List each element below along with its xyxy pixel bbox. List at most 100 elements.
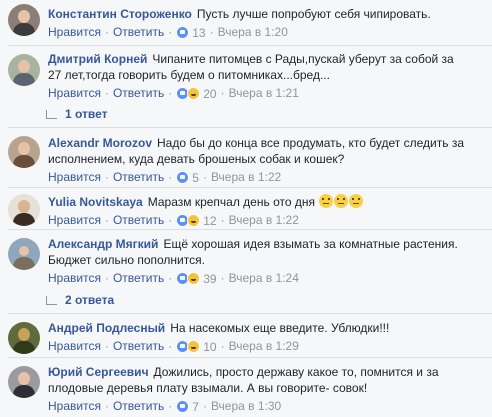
reaction-count: 13 [192,25,206,40]
like-button[interactable]: Нравится [48,213,101,227]
comment-text-block: Дмитрий Корней Чипаните питомцев с Рады,п… [48,51,482,83]
sad-reaction-icon [187,340,201,354]
reactions-summary[interactable]: 7 [176,399,199,415]
reactions-summary[interactable]: 13 [176,25,206,41]
like-button[interactable]: Нравится [48,271,101,285]
replies-count-label: 1 ответ [65,107,108,121]
reaction-count: 7 [192,399,199,414]
comment-text: Дожились, просто державу какое то, помни… [153,365,439,379]
reply-button[interactable]: Ответить [113,213,164,227]
photo-avatar-icon [18,328,30,341]
comment-author[interactable]: Alexandr Morozov [48,136,152,150]
like-reaction-icon [176,400,190,414]
comment-timestamp[interactable]: Вчера в 1:24 [229,271,299,285]
comment-text-block: Константин Стороженко Пусть лучше попробу… [48,6,482,22]
reply-button[interactable]: Ответить [113,271,164,285]
replies-count-label: 2 ответа [65,293,115,307]
photo-avatar-icon [18,142,30,155]
comment-text: Маразм крепчал день ото дня [147,195,315,209]
like-button[interactable]: Нравится [48,25,101,39]
comment-actions: Нравится · Ответить · 5 · Вчера в 1:22 [48,170,282,186]
reply-arrow-icon [46,109,57,119]
avatar-body-shape [13,23,35,36]
comment-actions: Нравится · Ответить · 12 · Вчера в 1:22 [48,213,299,229]
comment-author[interactable]: Юрий Сергеевич [48,365,149,379]
comment-author[interactable]: Александр Мягкий [48,237,158,251]
reactions-summary[interactable]: 20 [176,86,217,102]
photo-avatar-icon [18,200,30,213]
reaction-count: 12 [203,213,217,228]
comment-actions: Нравится · Ответить · 20 · Вчера в 1:21 [48,86,299,102]
like-reaction-icon [176,26,190,40]
avatar[interactable] [8,194,40,226]
comment-text: Надо бы до конца все продумать, кто буде… [157,136,464,150]
reply-button[interactable]: Ответить [113,25,164,39]
comment-author[interactable]: Андрей Подлесный [48,321,165,335]
comment-timestamp[interactable]: Вчера в 1:22 [211,170,281,184]
avatar[interactable] [8,54,40,86]
like-button[interactable]: Нравится [48,170,101,184]
divider [8,357,492,358]
reply-button[interactable]: Ответить [113,170,164,184]
reactions-summary[interactable]: 39 [176,271,217,287]
comment-text: плодовые деревья плату взымали. А вы гов… [48,381,368,395]
comment-author[interactable]: Дмитрий Корней [48,52,147,66]
reply-button[interactable]: Ответить [113,339,164,353]
avatar[interactable] [8,4,40,36]
comment-text-block: Александр Мягкий Ещё хорошая идея взымать… [48,236,482,268]
like-button[interactable]: Нравится [48,399,101,413]
comment-actions: Нравится · Ответить · 39 · Вчера в 1:24 [48,271,299,287]
avatar[interactable] [8,366,40,398]
comment-text: 27 лет,тогда говорить будем о питомниках… [48,68,330,82]
divider [8,313,492,314]
comment-author[interactable]: Константин Стороженко [48,7,192,21]
laugh-reaction-icon [187,87,201,101]
avatar-body-shape [13,257,35,270]
comment-text: Ещё хорошая идея взымать за комнатные ра… [163,237,458,251]
like-button[interactable]: Нравится [48,86,101,100]
reaction-count: 39 [203,271,217,286]
reactions-summary[interactable]: 10 [176,339,217,355]
comment-author[interactable]: Yulia Novitskaya [48,195,143,209]
view-replies-link[interactable]: 1 ответ [46,106,108,122]
avatar[interactable] [8,136,40,168]
comment-text: исполнением, куда девать брошеных собак … [48,152,345,166]
reply-button[interactable]: Ответить [113,86,164,100]
avatar-body-shape [13,155,35,168]
reaction-count: 10 [203,339,217,354]
comment-text: На насекомых еще введите. Ублюдки!!! [170,321,390,335]
comment-timestamp[interactable]: Вчера в 1:20 [218,25,288,39]
comment-timestamp[interactable]: Вчера в 1:22 [229,213,299,227]
avatar[interactable] [8,238,40,270]
comment-timestamp[interactable]: Вчера в 1:30 [211,399,281,413]
reactions-summary[interactable]: 12 [176,213,217,229]
comment-text-block: Юрий Сергеевич Дожились, просто державу к… [48,364,482,396]
laugh-reaction-icon [187,272,201,286]
rolling-eyes-emoji-icon [349,194,364,208]
comment-text: Чипаните питомцев с Рады,пускай уберут з… [152,52,454,66]
comment-timestamp[interactable]: Вчера в 1:29 [229,339,299,353]
reactions-summary[interactable]: 5 [176,170,199,186]
photo-avatar-icon [18,60,30,73]
avatar-body-shape [13,341,35,354]
comment-text: Пусть лучше попробуют себя чипировать. [196,7,431,21]
divider [8,187,492,188]
reply-button[interactable]: Ответить [113,399,164,413]
divider [8,45,492,46]
like-button[interactable]: Нравится [48,339,101,353]
comment-actions: Нравится · Ответить · 7 · Вчера в 1:30 [48,399,282,415]
reaction-count: 20 [203,86,217,101]
avatar[interactable] [8,322,40,354]
comment-actions: Нравится · Ответить · 10 · Вчера в 1:29 [48,339,299,355]
comment-text-block: Yulia Novitskaya Маразм крепчал день ото … [48,194,482,210]
photo-avatar-icon [18,372,30,385]
comment-text-block: Андрей Подлесный На насекомых еще введите… [48,320,482,336]
comment-text-block: Alexandr Morozov Надо бы до конца все про… [48,135,482,167]
comment-timestamp[interactable]: Вчера в 1:21 [229,86,299,100]
comment-text: Бюджет сильно пополнится. [48,253,205,267]
rolling-eyes-emoji-icon [319,194,334,208]
photo-avatar-icon [19,246,29,256]
sad-reaction-icon [187,214,201,228]
like-reaction-icon [176,171,190,185]
view-replies-link[interactable]: 2 ответа [46,292,115,308]
